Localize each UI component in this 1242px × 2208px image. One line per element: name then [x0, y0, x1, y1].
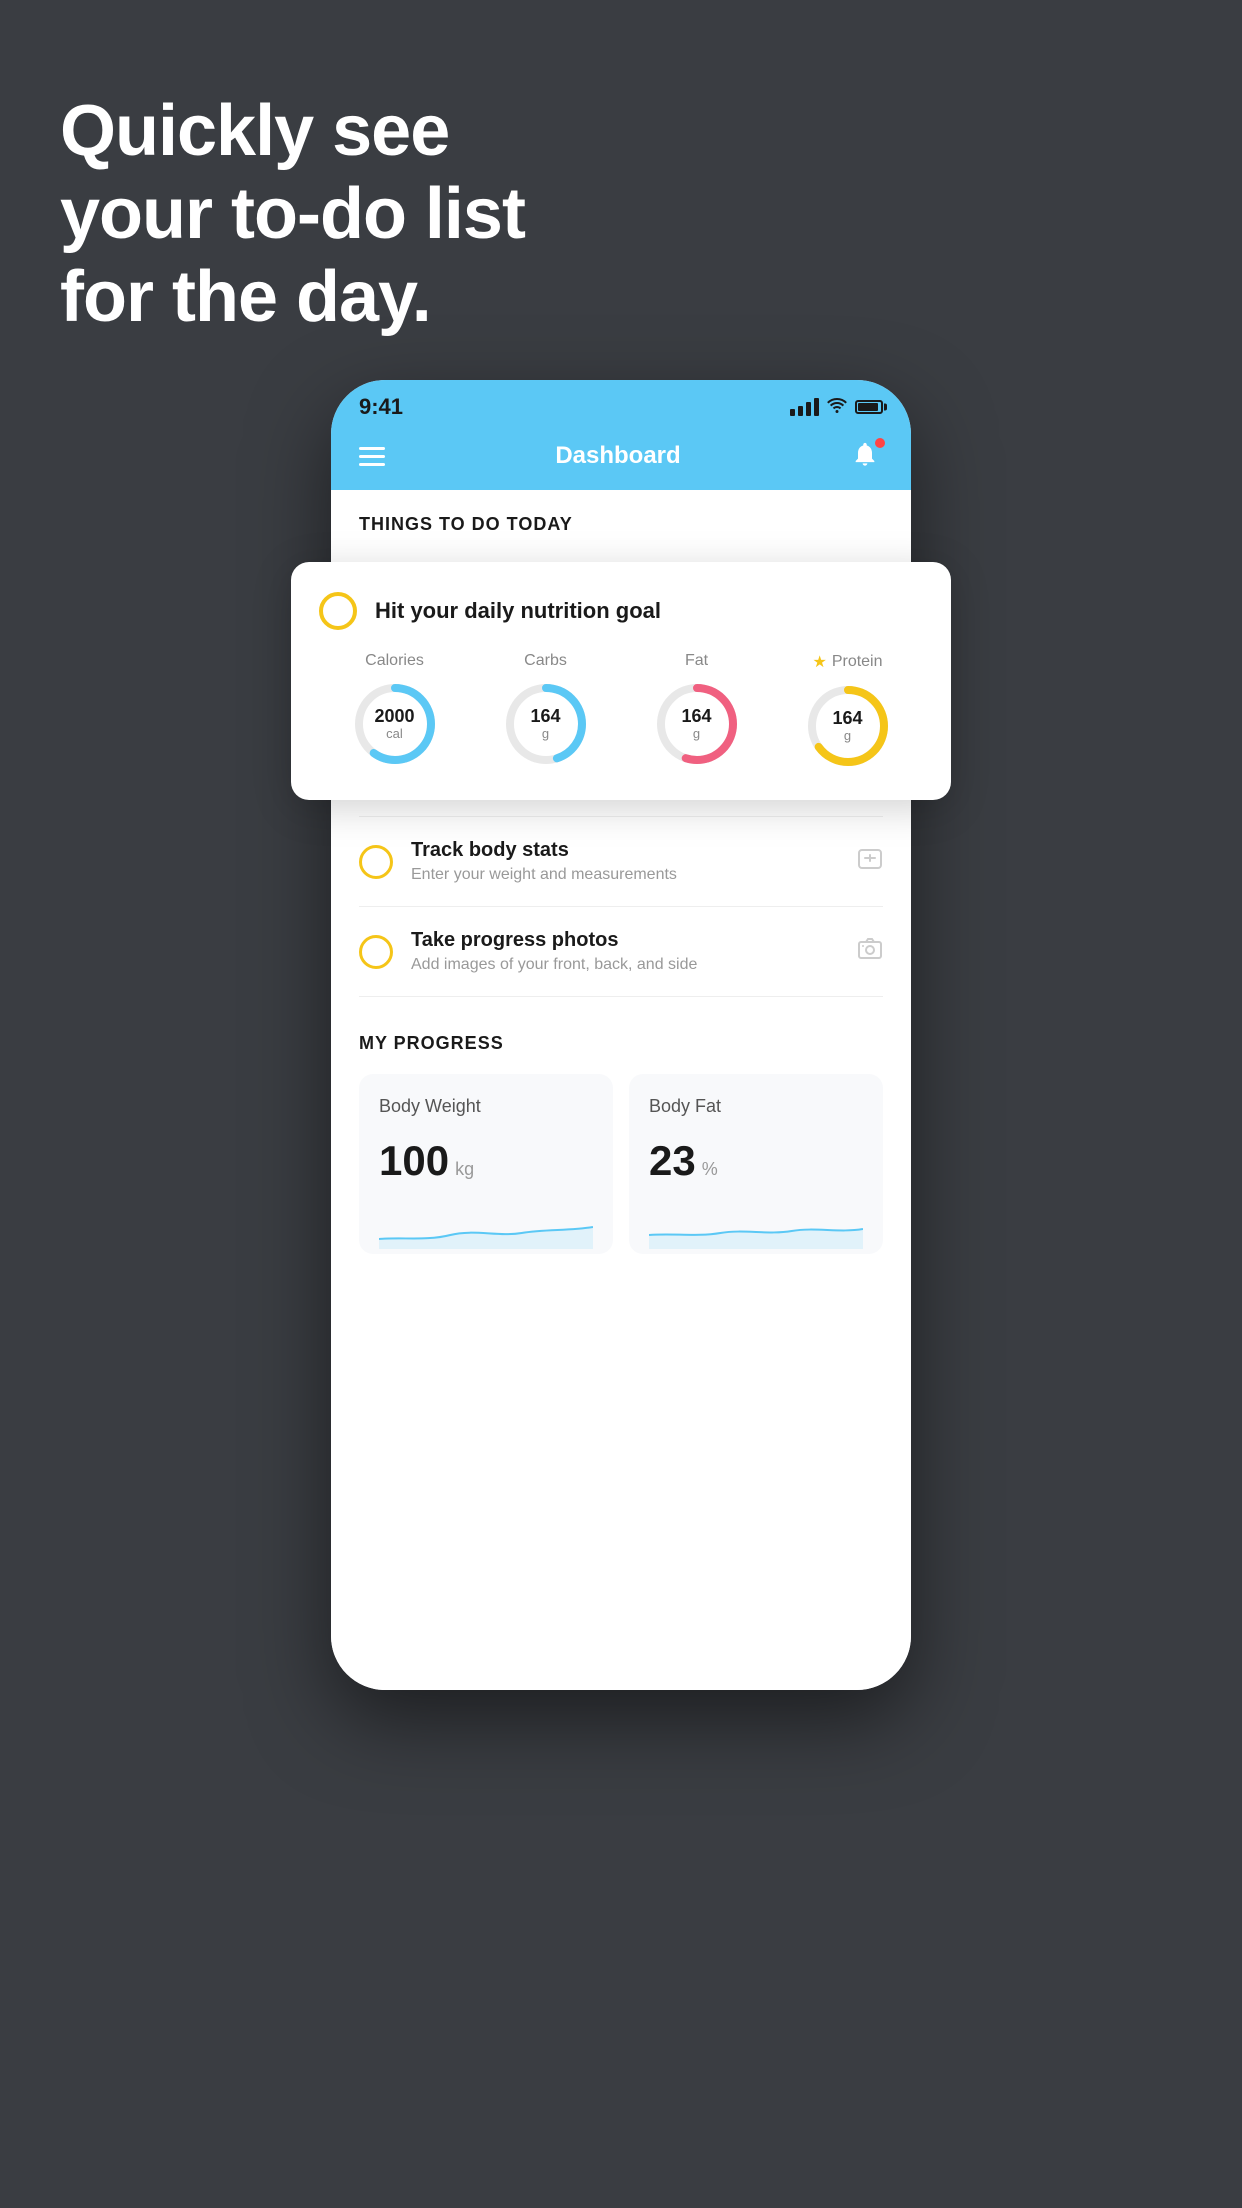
status-time: 9:41: [359, 394, 403, 420]
fat-sparkline: [649, 1209, 863, 1249]
nutrition-card[interactable]: Hit your daily nutrition goal Calories 2…: [291, 562, 951, 800]
progress-weight-unit: kg: [455, 1159, 474, 1180]
donut-protein-unit: g: [832, 729, 862, 743]
nutrition-label-protein: ★ Protein: [812, 652, 882, 672]
hamburger-menu-button[interactable]: [359, 447, 385, 466]
nutrition-card-header: Hit your daily nutrition goal: [319, 592, 923, 630]
todo-circle-body-stats: [359, 845, 393, 879]
progress-weight-value: 100: [379, 1137, 449, 1185]
progress-cards: Body Weight 100 kg Body Fat: [359, 1074, 883, 1284]
notification-bell-icon[interactable]: [851, 440, 883, 472]
scale-icon: [857, 848, 883, 876]
nav-title: Dashboard: [555, 442, 680, 470]
todo-subtitle-body-stats: Enter your weight and measurements: [411, 866, 857, 884]
nutrition-card-title: Hit your daily nutrition goal: [375, 598, 661, 624]
donut-carbs-value: 164: [530, 707, 560, 727]
nutrition-item-calories: Calories 2000 cal: [351, 652, 439, 768]
nutrition-label-carbs: Carbs: [524, 652, 567, 670]
todo-circle-photos: [359, 935, 393, 969]
donut-calories: 2000 cal: [351, 680, 439, 768]
donut-fat: 164 g: [653, 680, 741, 768]
photo-icon: [857, 938, 883, 966]
star-icon: ★: [812, 652, 826, 672]
weight-sparkline: [379, 1209, 593, 1249]
status-bar: 9:41: [331, 380, 911, 428]
donut-protein-value: 164: [832, 709, 862, 729]
donut-fat-value: 164: [681, 707, 711, 727]
battery-icon: [855, 400, 883, 414]
notification-dot: [875, 438, 885, 448]
donut-protein: 164 g: [804, 682, 892, 770]
nutrition-label-fat: Fat: [685, 652, 708, 670]
nav-bar: Dashboard: [331, 428, 911, 490]
progress-fat-unit: %: [702, 1159, 718, 1180]
nutrition-item-carbs: Carbs 164 g: [502, 652, 590, 768]
progress-card-weight[interactable]: Body Weight 100 kg: [359, 1074, 613, 1254]
progress-card-fat[interactable]: Body Fat 23 %: [629, 1074, 883, 1254]
todo-item-photos[interactable]: Take progress photos Add images of your …: [359, 907, 883, 997]
signal-bars-icon: [790, 398, 819, 416]
todo-text-photos: Take progress photos Add images of your …: [411, 929, 857, 974]
headline-line2: your to-do list: [60, 173, 525, 256]
progress-card-weight-title: Body Weight: [379, 1096, 593, 1117]
progress-section: MY PROGRESS Body Weight 100 kg: [331, 997, 911, 1284]
nutrition-check-circle: [319, 592, 357, 630]
nutrition-item-protein: ★ Protein 164 g: [804, 652, 892, 770]
status-icons: [790, 397, 883, 418]
progress-fat-value: 23: [649, 1137, 696, 1185]
todo-title-body-stats: Track body stats: [411, 839, 857, 862]
headline-line1: Quickly see: [60, 90, 525, 173]
progress-weight-value-row: 100 kg: [379, 1137, 593, 1185]
headline: Quickly see your to-do list for the day.: [60, 90, 525, 338]
things-todo-header: THINGS TO DO TODAY: [331, 490, 911, 547]
todo-item-body-stats[interactable]: Track body stats Enter your weight and m…: [359, 817, 883, 907]
donut-carbs-unit: g: [530, 727, 560, 741]
progress-fat-value-row: 23 %: [649, 1137, 863, 1185]
progress-card-fat-title: Body Fat: [649, 1096, 863, 1117]
nutrition-item-fat: Fat 164 g: [653, 652, 741, 768]
progress-header: MY PROGRESS: [359, 1033, 883, 1054]
donut-calories-value: 2000: [374, 707, 414, 727]
donut-fat-unit: g: [681, 727, 711, 741]
donut-calories-unit: cal: [374, 727, 414, 741]
todo-text-body-stats: Track body stats Enter your weight and m…: [411, 839, 857, 884]
todo-subtitle-photos: Add images of your front, back, and side: [411, 956, 857, 974]
nutrition-circles: Calories 2000 cal Carbs: [319, 652, 923, 770]
headline-line3: for the day.: [60, 256, 525, 339]
wifi-icon: [827, 397, 847, 418]
donut-carbs: 164 g: [502, 680, 590, 768]
todo-title-photos: Take progress photos: [411, 929, 857, 952]
nutrition-label-calories: Calories: [365, 652, 424, 670]
